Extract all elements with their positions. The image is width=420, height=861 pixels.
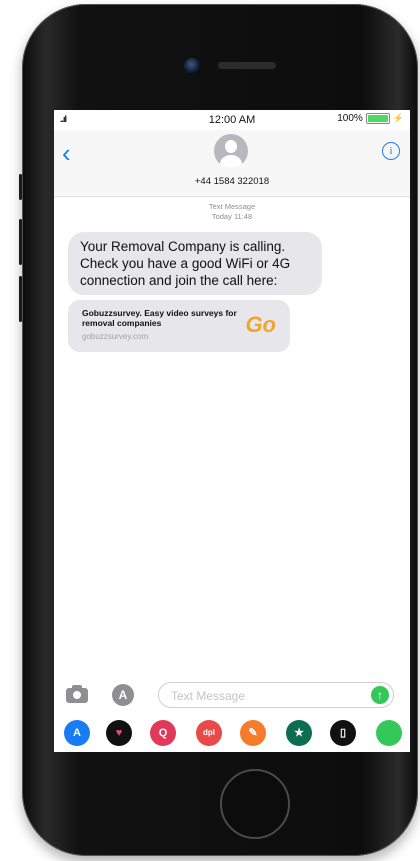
heart-sticker-icon[interactable]: ♥	[106, 720, 132, 746]
app-drawer: A ♥ Q dpl ✎ ★ ▯	[54, 714, 410, 752]
starbucks-icon[interactable]: ★	[286, 720, 312, 746]
paint-app-icon[interactable]: ✎	[240, 720, 266, 746]
charging-icon: ⚡	[392, 113, 404, 123]
volume-down-button	[19, 276, 22, 322]
link-preview-title: Gobuzzsurvey. Easy video surveys for rem…	[82, 308, 237, 328]
battery-percent: 100%	[337, 113, 363, 124]
message-input[interactable]	[169, 687, 353, 705]
app-store-icon[interactable]: A	[112, 684, 134, 706]
camera-icon[interactable]	[66, 685, 88, 703]
link-preview[interactable]: Gobuzzsurvey. Easy video surveys for rem…	[68, 300, 290, 352]
home-button[interactable]	[220, 769, 290, 839]
compose-bar: A ↑	[54, 678, 410, 712]
status-bar: ..ıl 12:00 AM 100% ⚡	[54, 110, 410, 130]
contact-avatar[interactable]	[214, 134, 248, 168]
message-timestamp: Today 11:48	[211, 212, 253, 221]
battery-icon	[365, 113, 390, 124]
messages-screen: ..ıl 12:00 AM 100% ⚡ ‹ +44 1584 322018 i…	[54, 110, 410, 752]
gobuzz-logo: Go	[245, 312, 276, 337]
service-label: Text Message	[208, 202, 256, 211]
image-search-icon[interactable]: Q	[150, 720, 176, 746]
more-apps-icon[interactable]	[376, 720, 402, 746]
link-preview-url: gobuzzsurvey.com	[82, 332, 149, 341]
message-meta: Text Message Today 11:48	[54, 202, 410, 222]
incoming-message-bubble: Your Removal Company is calling. Check y…	[68, 232, 322, 295]
front-camera	[184, 58, 200, 74]
info-icon[interactable]: i	[382, 142, 400, 160]
message-field[interactable]: ↑	[158, 682, 394, 708]
conversation-header: ‹ +44 1584 322018 i	[54, 130, 410, 197]
mute-switch	[19, 174, 22, 200]
volume-up-button	[19, 219, 22, 265]
app-store-app-icon[interactable]: A	[64, 720, 90, 746]
contact-number[interactable]: +44 1584 322018	[54, 176, 410, 187]
earpiece-speaker	[218, 62, 276, 69]
music-app-icon[interactable]: dpl	[196, 720, 222, 746]
battery-indicator: 100% ⚡	[337, 113, 404, 124]
chevron-left-icon[interactable]: ‹	[62, 140, 71, 166]
notes-app-icon[interactable]: ▯	[330, 720, 356, 746]
send-icon[interactable]: ↑	[371, 686, 389, 704]
